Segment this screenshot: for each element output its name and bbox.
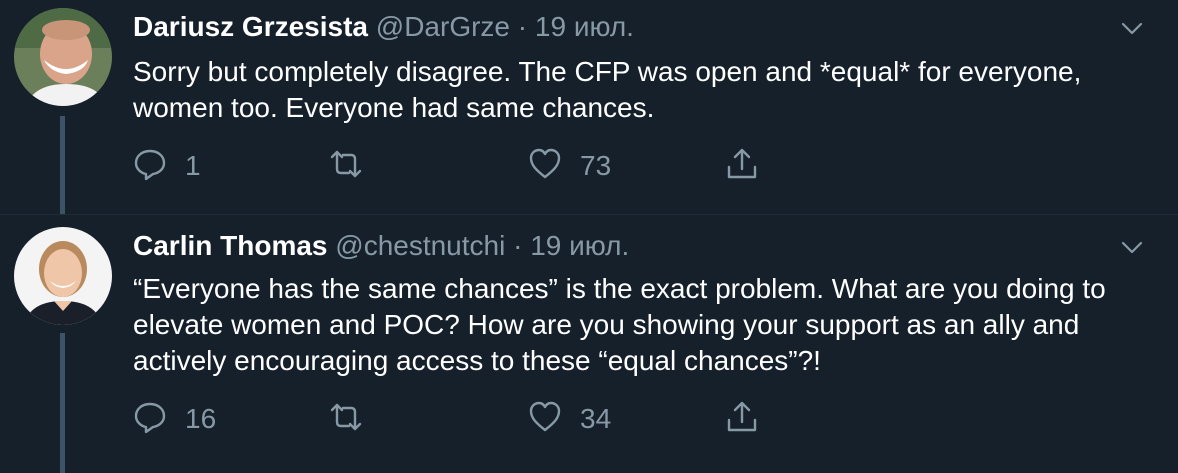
share-icon [725,400,759,439]
tweet-text: “Everyone has the same chances” is the e… [133,273,1106,376]
reply-button[interactable]: 1 [133,146,201,186]
retweet-button[interactable] [329,146,381,186]
tweet-actions: 1 73 [133,146,773,186]
tweet-header: Carlin Thomas @chestnutchi · 19 июл. [133,229,629,263]
share-button[interactable] [725,399,759,439]
retweet-icon [329,400,363,439]
reply-icon [133,400,167,439]
share-icon [725,147,759,186]
display-name[interactable]: Dariusz Grzesista [133,11,368,42]
separator: · [517,11,528,42]
avatar[interactable] [14,8,112,106]
like-button[interactable]: 34 [528,399,611,439]
tweet-actions: 16 34 [133,399,773,439]
like-icon [528,147,562,186]
avatar[interactable] [14,227,112,325]
chevron-down-icon[interactable] [1120,16,1144,40]
handle[interactable]: @chestnutchi [335,230,505,261]
display-name[interactable]: Carlin Thomas [133,230,327,261]
like-count: 73 [580,150,612,181]
reply-count: 16 [185,403,217,434]
tweet[interactable]: Dariusz Grzesista @DarGrze · 19 июл. Sor… [0,0,1178,214]
avatar-image [14,227,112,325]
avatar-image [14,8,112,106]
like-icon [528,400,562,439]
retweet-button[interactable] [329,399,381,439]
reply-icon [133,147,167,186]
like-button[interactable]: 73 [528,146,611,186]
share-button[interactable] [725,146,759,186]
chevron-down-icon[interactable] [1120,235,1144,259]
handle[interactable]: @DarGrze [376,11,510,42]
like-count: 34 [580,403,612,434]
thread-line [60,333,65,473]
separator: · [513,230,523,261]
retweet-icon [329,147,363,186]
tweet-date[interactable]: 19 июл. [535,11,634,42]
reply-button[interactable]: 16 [133,399,216,439]
thread-line [60,116,65,214]
tweet-header: Dariusz Grzesista @DarGrze · 19 июл. [133,10,634,44]
reply-count: 1 [185,150,201,181]
tweet[interactable]: Carlin Thomas @chestnutchi · 19 июл. “Ev… [0,214,1178,473]
tweet-text: Sorry but completely disagree. The CFP w… [133,56,1082,123]
tweet-date[interactable]: 19 июл. [530,230,629,261]
